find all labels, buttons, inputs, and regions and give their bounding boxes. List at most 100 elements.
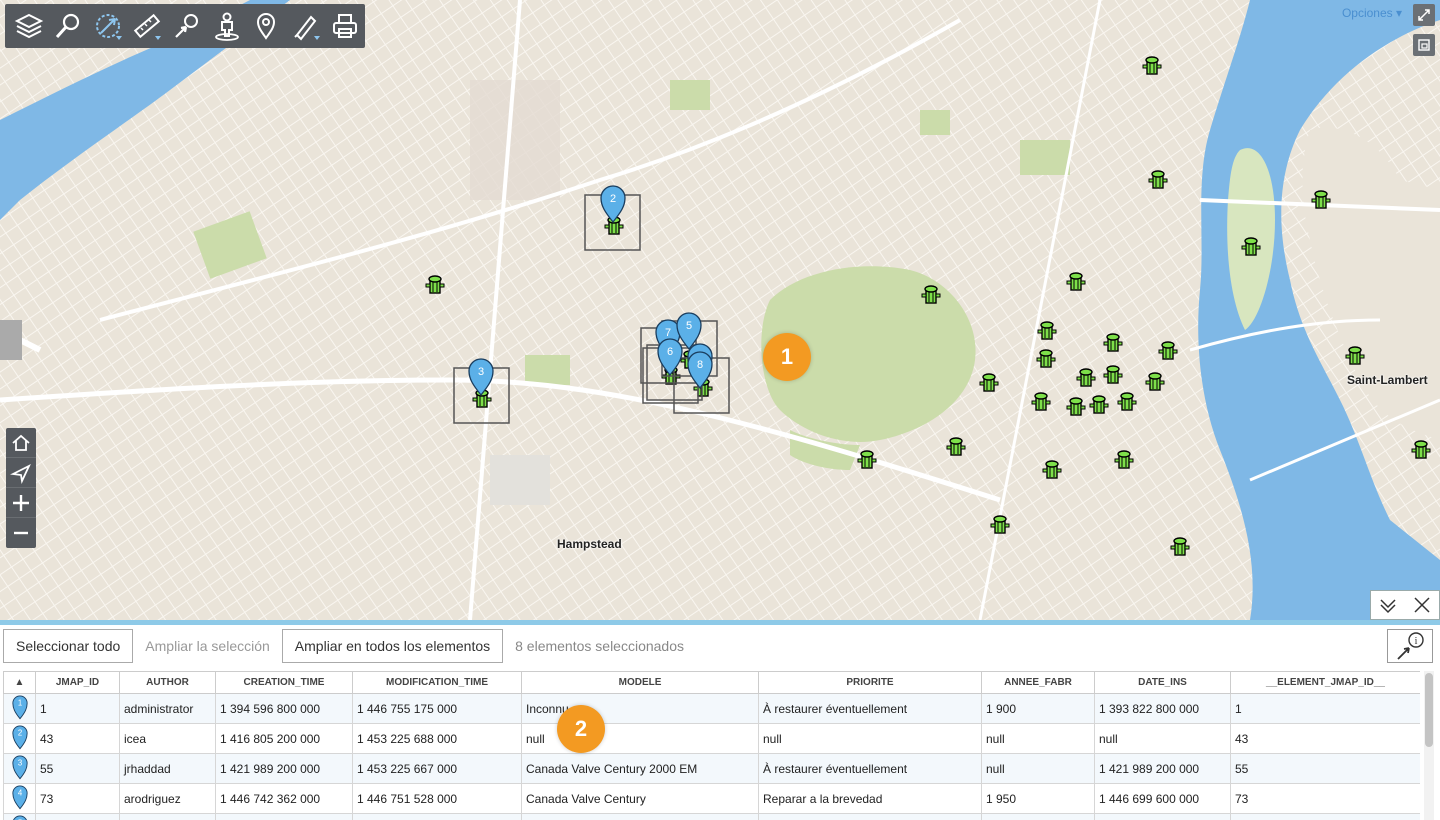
table-cell: 1 416 805 200 000 <box>215 723 353 754</box>
fullscreen-button[interactable] <box>1413 4 1435 26</box>
layers-button[interactable] <box>9 6 49 46</box>
table-cell: 74 <box>35 813 120 820</box>
dropdown-caret-icon <box>115 36 122 40</box>
table-cell: 43 <box>35 723 120 754</box>
selected-marker-number: 3 <box>478 366 484 378</box>
table-cell: 74 <box>1230 813 1420 820</box>
row-marker-pin-icon: 3 <box>11 755 28 780</box>
column-header[interactable]: __ELEMENT_JMAP_ID__ <box>1230 671 1420 694</box>
annotation-badge-2: 2 <box>557 705 605 753</box>
table-cell: À restaurer éventuellement <box>758 693 982 724</box>
zoom-select-button[interactable] <box>167 6 207 46</box>
print-button[interactable] <box>326 6 366 46</box>
column-header[interactable]: MODIFICATION_TIME <box>352 671 522 694</box>
search-button[interactable] <box>49 6 89 46</box>
table-cell: 1 900 <box>981 693 1095 724</box>
table-cell: Sentinel <box>521 813 759 820</box>
row-marker-pin-icon: 4 <box>11 785 28 810</box>
table-cell: Inconnu <box>521 693 759 724</box>
table-cell: null <box>981 723 1095 754</box>
table-cell: 55 <box>35 753 120 784</box>
row-marker-pin-icon: 1 <box>11 695 28 720</box>
table-cell: administrator <box>119 693 216 724</box>
app-window: 2 3 7 5 6 4 8 Hampstead Saint-Lambert 1 <box>0 0 1440 820</box>
table-row[interactable]: 4 73 arodriguez 1 446 742 362 000 1 446 751 … <box>3 783 1420 814</box>
sort-column-header[interactable]: ▲ <box>3 671 36 694</box>
table-cell: 55 <box>1230 753 1420 784</box>
table-cell: null <box>1094 723 1231 754</box>
column-header[interactable]: ANNEE_FABR <box>981 671 1095 694</box>
column-header[interactable]: CREATION_TIME <box>215 671 353 694</box>
row-marker-pin-icon: 2 <box>11 725 28 750</box>
identify-info-icon: i <box>1397 632 1424 660</box>
zoom-out-button[interactable] <box>6 518 36 548</box>
zoom-selection-button[interactable]: Ampliar la selección <box>133 629 282 663</box>
table-row[interactable]: 1 1 administrator 1 394 596 800 000 1 446 75… <box>3 693 1420 724</box>
options-menu[interactable]: Opciones ▾ <box>1342 6 1402 20</box>
table-cell: 1 446 751 528 000 <box>352 783 522 814</box>
column-header[interactable]: MODELE <box>521 671 759 694</box>
zoom-in-button[interactable] <box>6 488 36 518</box>
measure-button[interactable] <box>128 6 168 46</box>
selected-marker-pin[interactable]: 2 <box>600 185 626 223</box>
table-cell: 1 952 <box>981 813 1095 820</box>
draw-button[interactable] <box>286 6 326 46</box>
table-row[interactable]: 2 43 icea 1 416 805 200 000 1 453 225 688 00… <box>3 723 1420 754</box>
table-cell: 1 393 822 800 000 <box>1094 693 1231 724</box>
table-cell: À restaurer éventuellement <box>758 753 982 784</box>
geolocate-button[interactable] <box>6 458 36 488</box>
table-cell: 1 <box>1230 693 1420 724</box>
table-cell: 1 446 699 600 000 <box>1094 783 1231 814</box>
search-icon <box>56 13 80 39</box>
table-cell: 1 421 989 200 000 <box>215 753 353 784</box>
table-row[interactable]: 574arodriguez1 446 742 362 0001 452 881 … <box>3 813 1420 820</box>
home-button[interactable] <box>6 428 36 458</box>
column-header[interactable]: DATE_INS <box>1094 671 1231 694</box>
dropdown-caret-icon <box>155 36 162 40</box>
street-view-button[interactable] <box>207 6 247 46</box>
location-pin-button[interactable] <box>246 6 286 46</box>
selected-marker-pin[interactable]: 3 <box>468 358 494 396</box>
selected-marker-pin[interactable]: 6 <box>657 338 683 376</box>
plus-icon <box>13 494 29 511</box>
navigation-controls <box>6 428 36 548</box>
options-label: Opciones <box>1341 6 1393 20</box>
collapse-panel-icon[interactable] <box>1378 595 1398 615</box>
selected-count: 8 elementos seleccionados <box>515 638 685 654</box>
selected-marker-number: 2 <box>610 193 616 205</box>
row-marker-cell: 5 <box>3 813 36 820</box>
table-cell: 73 <box>1230 783 1420 814</box>
svg-text:i: i <box>1415 636 1418 647</box>
selected-marker-number: 5 <box>686 320 692 332</box>
column-header[interactable]: AUTHOR <box>119 671 216 694</box>
table-header-row: ▲ JMAP_ID AUTHOR CREATION_TIME MODIFICAT… <box>3 671 1420 694</box>
identify-button[interactable]: i <box>1387 629 1433 663</box>
place-label-saint-lambert: Saint-Lambert <box>1347 373 1428 387</box>
column-header[interactable]: JMAP_ID <box>35 671 120 694</box>
selected-marker-pin[interactable]: 8 <box>687 351 713 389</box>
table-cell: null <box>758 723 982 754</box>
table-scrollbar[interactable] <box>1424 671 1434 820</box>
location-pin-icon <box>257 13 276 40</box>
panel-controls <box>1370 590 1440 620</box>
select-tool-button[interactable] <box>88 6 128 46</box>
table-row[interactable]: 3 55 jrhaddad 1 421 989 200 000 1 453 225 66… <box>3 753 1420 784</box>
overview-map-icon <box>1418 39 1430 51</box>
table-cell: 1 <box>35 693 120 724</box>
zoom-all-button[interactable]: Ampliar en todos los elementos <box>281 629 504 663</box>
table-cell: 1 446 742 362 000 <box>215 813 353 820</box>
column-header[interactable]: PRIORITE <box>758 671 982 694</box>
close-panel-icon[interactable] <box>1412 595 1432 615</box>
navigation-arrow-icon <box>10 463 31 484</box>
fullscreen-icon <box>1418 9 1430 21</box>
table-cell: null <box>981 753 1095 784</box>
scrollbar-thumb[interactable] <box>1425 673 1433 747</box>
table-cell: 1 446 699 600 000 <box>1094 813 1231 820</box>
overview-map-button[interactable] <box>1413 34 1435 56</box>
select-all-button[interactable]: Seleccionar todo <box>3 629 134 663</box>
zoom-select-icon <box>175 14 199 38</box>
selection-pin-layer: 2 3 7 5 6 4 8 <box>468 185 713 396</box>
selection-actions: Seleccionar todo Ampliar la selección Am… <box>0 625 1440 667</box>
table-cell: 73 <box>35 783 120 814</box>
map-view[interactable]: 2 3 7 5 6 4 8 Hampstead Saint-Lambert 1 <box>0 0 1440 620</box>
